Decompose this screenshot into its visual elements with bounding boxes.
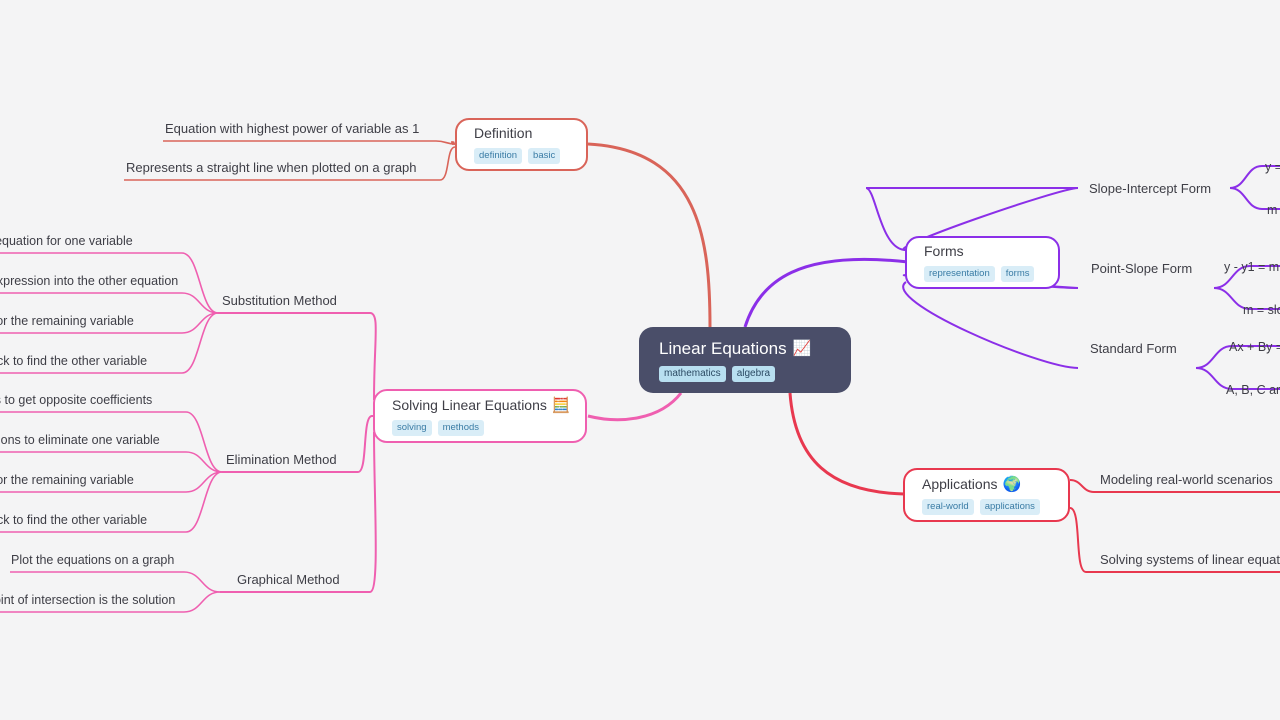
branch-node-forms[interactable]: Forms representation forms <box>905 236 1060 289</box>
link-elim-g2 <box>0 451 223 473</box>
link-root-applications <box>788 392 905 496</box>
link-sub-g2 <box>0 292 219 314</box>
branch-tags-definition: definition basic <box>474 148 569 164</box>
leaf-substitution-step-2[interactable]: Substitute the expression into the other… <box>0 273 178 289</box>
branch-title-applications-label: Applications <box>922 475 998 492</box>
branch-title-definition: Definition <box>474 125 533 141</box>
tag-forms: forms <box>1000 266 1035 282</box>
tag-definition: definition <box>474 148 523 164</box>
leaf-substitution-method[interactable]: Substitution Method <box>222 293 337 309</box>
tag-applications: applications <box>979 498 1040 515</box>
branch-title-solving: Solving Linear Equations 🧮 <box>392 396 571 414</box>
branch-title-applications: Applications 🌍 <box>922 476 1051 493</box>
root-node-tags: mathematics algebra <box>659 365 831 382</box>
leaf-point-slope-eq[interactable]: y - y1 = m(x - x1) <box>1224 259 1280 275</box>
leaf-standard-eq[interactable]: Ax + By = C <box>1229 339 1280 355</box>
link-forms-c3 <box>902 281 1079 369</box>
leaf-elimination-method[interactable]: Elimination Method <box>226 452 337 468</box>
link-root-solving <box>587 392 683 422</box>
leaf-forms-point-slope[interactable]: Point-Slope Form <box>1091 261 1192 277</box>
leaf-elimination-step-2[interactable]: Add the equations to eliminate one varia… <box>0 432 160 448</box>
branch-title-forms: Forms <box>924 243 964 259</box>
link-root-forms <box>743 257 909 328</box>
tag-methods: methods <box>437 419 485 436</box>
link-si-g1 <box>1229 165 1263 189</box>
leaf-standard-desc[interactable]: A, B, C are constants <box>1226 382 1280 398</box>
root-node-title: Linear Equations 📈 <box>659 339 831 359</box>
branch-tags-applications: real-world applications <box>922 498 1051 515</box>
leaf-definition-2[interactable]: Represents a straight line when plotted … <box>126 160 417 176</box>
leaf-point-slope-desc[interactable]: m = slope, (x1, y1) = point <box>1243 302 1280 318</box>
link-root-definition <box>587 142 712 328</box>
leaf-elimination-step-3[interactable]: Solve for the remaining variable <box>0 472 134 488</box>
branch-title-solving-label: Solving Linear Equations <box>392 396 547 413</box>
leaf-elimination-step-1[interactable]: Multiply equations to get opposite coeff… <box>0 392 152 408</box>
mindmap-canvas: Linear Equations 📈 mathematics algebra D… <box>0 0 1280 720</box>
branch-node-applications[interactable]: Applications 🌍 real-world applications <box>903 468 1070 522</box>
tag-solving: solving <box>392 419 432 436</box>
leaf-slope-intercept-eq[interactable]: y = mx + b <box>1265 159 1280 175</box>
leaf-graphical-step-2[interactable]: The point of intersection is the solutio… <box>0 592 175 608</box>
tag-representation: representation <box>924 266 995 282</box>
leaf-forms-standard[interactable]: Standard Form <box>1090 341 1177 357</box>
root-node-label: Linear Equations <box>659 338 787 358</box>
chart-increasing-icon: 📈 <box>792 340 812 357</box>
abacus-icon: 🧮 <box>551 396 571 414</box>
link-si-g2 <box>1229 187 1263 210</box>
leaf-applications-1[interactable]: Modeling real-world scenarios <box>1100 472 1273 488</box>
branch-tags-solving: solving methods <box>392 419 568 436</box>
branch-node-definition[interactable]: Definition definition basic <box>455 118 588 171</box>
link-graph-g1 <box>10 571 221 593</box>
branch-tags-forms: representation forms <box>924 266 1041 282</box>
link-solving-m1 <box>218 312 377 401</box>
leaf-definition-1[interactable]: Equation with highest power of variable … <box>165 121 419 137</box>
root-node[interactable]: Linear Equations 📈 mathematics algebra <box>639 327 851 393</box>
tag-basic: basic <box>528 148 561 164</box>
leaf-substitution-step-1[interactable]: Solve one equation for one variable <box>0 233 133 249</box>
tag-mathematics: mathematics <box>659 365 726 382</box>
leaf-substitution-step-4[interactable]: Substitute back to find the other variab… <box>0 353 147 369</box>
leaf-elimination-step-4[interactable]: Substitute back to find the other variab… <box>0 512 147 528</box>
leaf-applications-2[interactable]: Solving systems of linear equations <box>1100 552 1280 568</box>
tag-real-world: real-world <box>922 498 974 515</box>
earth-globe-icon: 🌍 <box>1002 475 1022 493</box>
leaf-forms-slope-intercept[interactable]: Slope-Intercept Form <box>1089 181 1211 197</box>
leaf-substitution-step-3[interactable]: Solve for the remaining variable <box>0 313 134 329</box>
leaf-slope-intercept-desc[interactable]: m = slope, b = y-intercept <box>1267 202 1280 218</box>
link-def-child-1 <box>163 140 456 145</box>
link-sf-g1 <box>1195 345 1233 369</box>
tag-algebra: algebra <box>731 365 776 382</box>
branch-node-solving[interactable]: Solving Linear Equations 🧮 solving metho… <box>373 389 587 443</box>
leaf-graphical-method[interactable]: Graphical Method <box>237 572 340 588</box>
leaf-graphical-step-1[interactable]: Plot the equations on a graph <box>11 552 174 568</box>
